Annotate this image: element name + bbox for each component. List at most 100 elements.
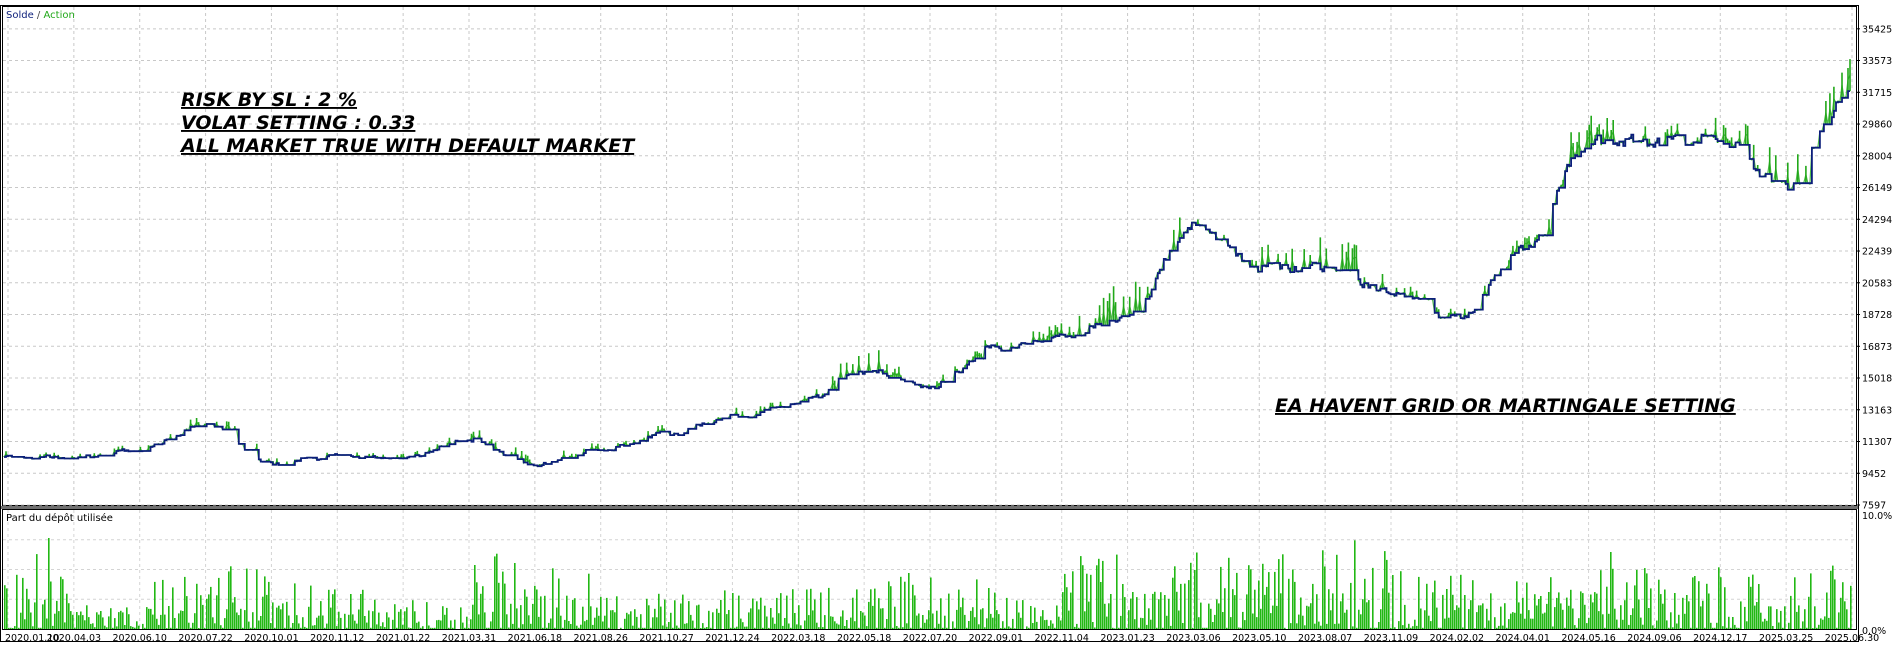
y-tick-label: 16873 — [1862, 342, 1892, 353]
deposit-usage-bar — [996, 610, 998, 629]
deposit-usage-bar — [98, 614, 100, 629]
deposit-usage-bar — [1690, 627, 1692, 629]
deposit-usage-bar — [1142, 618, 1144, 629]
deposit-usage-bar — [546, 627, 548, 629]
deposit-usage-bar — [1692, 577, 1694, 629]
deposit-usage-bar — [274, 627, 276, 629]
deposit-usage-bar — [828, 587, 830, 629]
deposit-usage-bar — [672, 627, 674, 629]
deposit-usage-bar — [1288, 578, 1290, 629]
deposit-usage-bar — [130, 626, 132, 629]
deposit-usage-bar — [1112, 627, 1114, 629]
deposit-usage-bar — [922, 615, 924, 629]
deposit-usage-bar — [178, 613, 180, 629]
deposit-usage-bar — [754, 627, 756, 629]
deposit-usage-bar — [1292, 569, 1294, 629]
deposit-usage-bar — [670, 612, 672, 629]
deposit-usage-bar — [1698, 581, 1700, 629]
deposit-usage-bar — [1630, 615, 1632, 629]
deposit-usage-bar — [1176, 591, 1178, 629]
deposit-usage-bar — [334, 589, 336, 629]
deposit-usage-bar — [1026, 626, 1028, 629]
deposit-usage-bar — [864, 615, 866, 629]
deposit-usage-bar — [248, 621, 250, 629]
deposit-usage-bar — [1406, 627, 1408, 629]
deposit-usage-bar — [1284, 627, 1286, 629]
deposit-usage-bar — [930, 577, 932, 629]
deposit-usage-bar — [1124, 597, 1126, 629]
deposit-usage-bar — [510, 603, 512, 629]
deposit-usage-bar — [234, 597, 236, 629]
deposit-usage-bar — [1210, 608, 1212, 629]
deposit-usage-bar — [746, 626, 748, 629]
deposit-usage-bar — [236, 612, 238, 629]
deposit-usage-bar — [954, 627, 956, 629]
deposit-usage-bar — [1054, 627, 1056, 629]
deposit-usage-bar — [1480, 605, 1482, 629]
equity-panel: 35425 33573 31715 29860 28004 26149 24294 22439… — [2, 6, 1892, 512]
deposit-usage-bar — [326, 623, 328, 629]
deposit-usage-bar — [372, 611, 374, 629]
deposit-usage-bar — [1776, 609, 1778, 629]
deposit-usage-bar — [1446, 589, 1448, 629]
deposit-usage-bar — [1678, 614, 1680, 629]
deposit-usage-bar — [568, 621, 570, 629]
deposit-usage-bar — [338, 611, 340, 629]
deposit-usage-bar — [386, 612, 388, 629]
deposit-usage-bar — [1382, 588, 1384, 629]
deposit-usage-bar — [1444, 618, 1446, 629]
deposit-usage-bar — [1370, 627, 1372, 629]
deposit-usage-bar — [480, 593, 482, 629]
x-tick-label: 2023.08.07 — [1298, 633, 1352, 644]
deposit-usage-bar — [1764, 618, 1766, 629]
deposit-usage-bar — [998, 614, 1000, 629]
deposit-usage-bar — [596, 607, 598, 629]
legend-equity: Action — [43, 10, 74, 21]
deposit-usage-bar — [434, 627, 436, 629]
deposit-usage-bar — [308, 606, 310, 629]
deposit-usage-bar — [468, 627, 470, 629]
annotation-market: ALL MARKET TRUE WITH DEFAULT MARKET — [179, 135, 636, 157]
deposit-usage-bar — [620, 627, 622, 629]
deposit-usage-bar — [1520, 613, 1522, 629]
annotation-volat: VOLAT SETTING : 0.33 — [181, 112, 415, 134]
deposit-usage-panel — [2, 509, 1857, 630]
deposit-usage-bar — [686, 623, 688, 629]
deposit-usage-bar — [558, 578, 560, 629]
deposit-usage-bar — [260, 616, 262, 629]
deposit-usage-bar — [430, 627, 432, 629]
deposit-usage-bar — [38, 627, 40, 629]
deposit-usage-bar — [1072, 571, 1074, 629]
deposit-usage-bar — [782, 625, 784, 629]
deposit-usage-bar — [24, 619, 26, 629]
deposit-usage-bar — [404, 611, 406, 629]
deposit-usage-bar — [416, 622, 418, 629]
deposit-usage-bar — [318, 615, 320, 629]
deposit-usage-bar — [952, 621, 954, 629]
deposit-usage-bar — [1156, 627, 1158, 629]
deposit-usage-bar — [420, 627, 422, 629]
deposit-usage-bar — [1232, 589, 1234, 629]
deposit-usage-bar — [1014, 628, 1016, 629]
deposit-usage-bar — [1494, 617, 1496, 629]
deposit-usage-bar — [626, 612, 628, 629]
deposit-usage-bar — [882, 608, 884, 629]
deposit-usage-bar — [1144, 593, 1146, 629]
deposit-usage-bar — [564, 619, 566, 629]
deposit-usage-bar — [1582, 593, 1584, 629]
deposit-usage-bar — [232, 602, 234, 629]
deposit-usage-bar — [314, 625, 316, 629]
deposit-usage-bar — [1842, 582, 1844, 629]
deposit-usage-bar — [1010, 627, 1012, 629]
deposit-usage-bar — [156, 618, 158, 629]
deposit-usage-bar — [328, 589, 330, 629]
deposit-usage-bar — [242, 627, 244, 629]
deposit-usage-bar — [1302, 615, 1304, 629]
deposit-usage-bar — [1150, 619, 1152, 629]
deposit-usage-bar — [1526, 582, 1528, 629]
deposit-usage-bar — [44, 599, 46, 629]
deposit-usage-bar — [770, 608, 772, 629]
deposit-usage-bar — [446, 607, 448, 629]
x-tick-label: 2020.10.01 — [244, 633, 298, 644]
deposit-usage-bar — [1328, 589, 1330, 629]
